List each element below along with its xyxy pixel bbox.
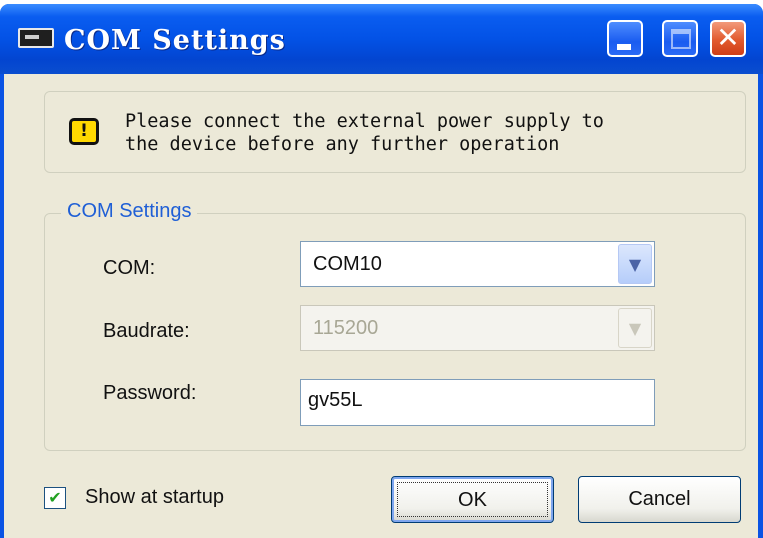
close-button[interactable]: ✕ [710, 20, 746, 57]
dialog-client-area: ! Please connect the external power supp… [4, 74, 758, 538]
group-legend: COM Settings [61, 200, 198, 223]
window-title: COM Settings [64, 25, 286, 56]
chevron-down-icon[interactable]: ▼ [618, 244, 652, 284]
warning-icon: ! [69, 118, 99, 145]
show-at-startup-checkbox[interactable]: ✔ [44, 487, 66, 509]
baudrate-select: 115200 ▼ [300, 305, 655, 351]
close-icon: ✕ [716, 21, 740, 54]
notice-panel: ! Please connect the external power supp… [44, 91, 746, 173]
baudrate-select-value: 115200 [313, 317, 379, 339]
chevron-down-icon: ▼ [618, 308, 652, 348]
cancel-button[interactable]: Cancel [578, 476, 741, 523]
minimize-button[interactable] [607, 20, 643, 57]
password-field[interactable]: gv55L [300, 379, 655, 426]
com-settings-group: COM Settings COM: COM10 ▼ Baudrate: 1152… [44, 200, 746, 451]
ok-button-label: OK [397, 482, 548, 517]
com-label: COM: [103, 257, 156, 279]
maximize-button[interactable] [662, 20, 698, 57]
console-icon [18, 28, 54, 48]
dialog-window: COM Settings ✕ ! Please connect the exte… [0, 4, 763, 538]
notice-text: Please connect the external power supply… [125, 111, 604, 155]
password-label: Password: [103, 382, 197, 404]
com-select-value: COM10 [313, 253, 382, 275]
baudrate-label: Baudrate: [103, 320, 190, 342]
show-at-startup-label[interactable]: Show at startup [85, 486, 224, 509]
title-bar[interactable]: COM Settings ✕ [0, 4, 763, 74]
minimize-icon [617, 44, 631, 50]
maximize-icon [671, 29, 691, 49]
ok-button[interactable]: OK [391, 476, 554, 523]
com-select[interactable]: COM10 ▼ [300, 241, 655, 287]
